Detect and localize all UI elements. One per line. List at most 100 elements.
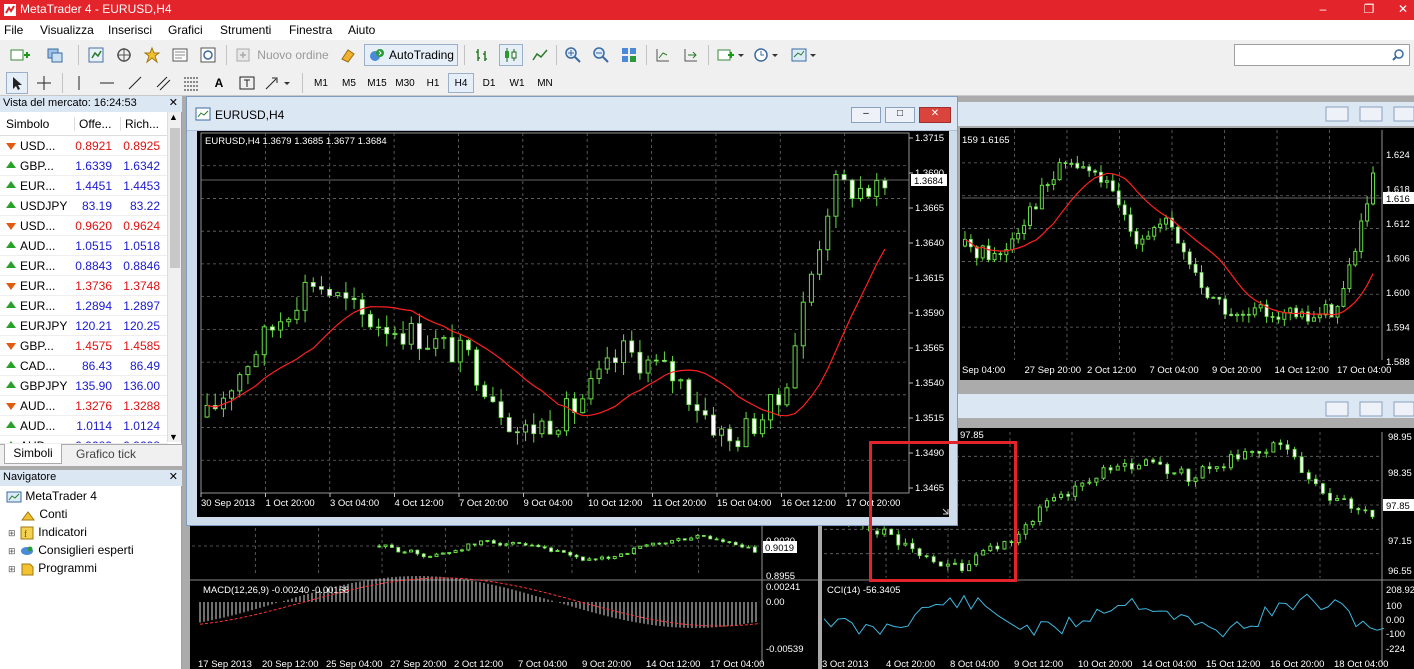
menu-window[interactable]: Finestra xyxy=(289,23,332,37)
new-order-button[interactable]: Nuovo ordine xyxy=(232,44,332,66)
timeframe-m15[interactable]: M15 xyxy=(364,73,390,93)
timeframe-d1[interactable]: D1 xyxy=(476,73,502,93)
line-chart-icon[interactable] xyxy=(529,44,551,66)
cursor-icon[interactable] xyxy=(6,72,28,94)
tab-tick-chart[interactable]: Grafico tick xyxy=(66,447,146,465)
nav-item-indicators[interactable]: ⊞ f Indicatori xyxy=(8,525,87,540)
crosshair-icon[interactable] xyxy=(33,72,55,94)
table-row[interactable]: USD... 0.8921 0.8925 xyxy=(0,136,168,156)
terminal-icon[interactable] xyxy=(169,44,191,66)
panel-close-icon[interactable]: ✕ xyxy=(169,470,178,483)
zoom-in-icon[interactable] xyxy=(562,44,584,66)
tile-windows-icon[interactable] xyxy=(618,44,640,66)
search-icon[interactable] xyxy=(1391,48,1405,62)
restore-icon[interactable]: ❐ xyxy=(1346,0,1392,20)
vertical-line-icon[interactable] xyxy=(68,72,90,94)
scroll-down-icon[interactable]: ▼ xyxy=(169,432,178,442)
scroll-up-icon[interactable]: ▲ xyxy=(169,112,178,122)
menu-tools[interactable]: Strumenti xyxy=(220,23,271,37)
close-icon[interactable]: ✕ xyxy=(919,107,951,123)
timeframe-mn[interactable]: MN xyxy=(532,73,558,93)
data-window-icon[interactable] xyxy=(113,44,135,66)
timeframe-m1[interactable]: M1 xyxy=(308,73,334,93)
candlestick-icon[interactable] xyxy=(499,44,523,66)
eurusd-chart-area[interactable]: EURUSD,H4 1.3679 1.3685 1.3677 1.3684 1.3… xyxy=(197,131,949,517)
market-watch-icon[interactable] xyxy=(85,44,107,66)
indicators-dropdown-icon[interactable] xyxy=(714,44,746,66)
arrows-dropdown-icon[interactable] xyxy=(262,72,296,94)
navigator-icon[interactable] xyxy=(141,44,163,66)
menu-charts[interactable]: Grafici xyxy=(168,23,203,37)
tab-symbols[interactable]: Simboli xyxy=(4,444,62,464)
expand-icon[interactable]: ⊞ xyxy=(8,546,16,556)
chart-area[interactable] xyxy=(960,128,1414,380)
autoscroll-icon[interactable] xyxy=(680,44,702,66)
timeframe-m30[interactable]: M30 xyxy=(392,73,418,93)
table-row[interactable]: GBP... 1.4575 1.4585 xyxy=(0,336,168,356)
autotrading-button[interactable]: AutoTrading xyxy=(364,44,458,66)
close-icon[interactable] xyxy=(1393,106,1414,122)
timeframe-m5[interactable]: M5 xyxy=(336,73,362,93)
chart-shift-icon[interactable] xyxy=(652,44,674,66)
nav-item-accounts[interactable]: Conti xyxy=(20,507,67,522)
minimize-icon[interactable]: – xyxy=(1300,0,1346,20)
table-row[interactable]: AUD... 1.0114 1.0124 xyxy=(0,416,168,436)
menu-help[interactable]: Aiuto xyxy=(348,23,375,37)
col-symbol[interactable]: Simbolo xyxy=(6,117,49,131)
profiles-icon[interactable] xyxy=(42,44,72,66)
menu-view[interactable]: Visualizza xyxy=(40,23,94,37)
horizontal-line-icon[interactable] xyxy=(96,72,118,94)
table-row[interactable]: EUR... 1.2894 1.2897 xyxy=(0,296,168,316)
nav-item-experts[interactable]: ⊞ Consiglieri esperti xyxy=(8,543,134,558)
periods-dropdown-icon[interactable] xyxy=(750,44,782,66)
text-label-icon[interactable] xyxy=(236,72,258,94)
expand-icon[interactable]: ⊞ xyxy=(8,564,16,574)
fibonacci-icon[interactable] xyxy=(180,72,202,94)
table-row[interactable]: USDJPY 83.19 83.22 xyxy=(0,196,168,216)
text-tool-icon[interactable]: A xyxy=(208,72,230,94)
restore-icon[interactable]: □ xyxy=(885,107,915,123)
candle-bull xyxy=(650,542,655,546)
table-row[interactable]: CAD... 86.43 86.49 xyxy=(0,356,168,376)
restore-icon[interactable] xyxy=(1359,401,1383,417)
table-row[interactable]: AUD...0.92890.9298 xyxy=(0,436,168,444)
table-row[interactable]: EUR... 1.3736 1.3748 xyxy=(0,276,168,296)
nav-item-scripts[interactable]: ⊞ Programmi xyxy=(8,561,97,576)
symbol-cell: AUD... xyxy=(20,419,56,433)
expand-icon[interactable]: ⊞ xyxy=(8,528,16,538)
market-watch-scrollbar[interactable]: ▲ ▼ xyxy=(167,112,181,442)
zoom-out-icon[interactable] xyxy=(590,44,612,66)
close-icon[interactable] xyxy=(1393,401,1414,417)
menu-insert[interactable]: Inserisci xyxy=(108,23,152,37)
table-row[interactable]: GBP... 1.6339 1.6342 xyxy=(0,156,168,176)
table-row[interactable]: USD... 0.9620 0.9624 xyxy=(0,216,168,236)
table-row[interactable]: GBPJPY 135.90 136.00 xyxy=(0,376,168,396)
table-row[interactable]: AUD... 1.0515 1.0518 xyxy=(0,236,168,256)
close-icon[interactable]: ✕ xyxy=(1392,0,1414,20)
table-row[interactable]: EURJPY 120.21 120.25 xyxy=(0,316,168,336)
equidistant-channel-icon[interactable] xyxy=(152,72,174,94)
restore-icon[interactable] xyxy=(1359,106,1383,122)
minimize-icon[interactable] xyxy=(1325,106,1349,122)
scroll-thumb[interactable] xyxy=(170,128,180,268)
tester-icon[interactable] xyxy=(197,44,219,66)
bar-chart-icon[interactable] xyxy=(471,44,493,66)
search-input[interactable] xyxy=(1234,44,1410,66)
table-row[interactable]: EUR... 0.8843 0.8846 xyxy=(0,256,168,276)
trendline-icon[interactable] xyxy=(124,72,146,94)
timeframe-h1[interactable]: H1 xyxy=(420,73,446,93)
nav-root[interactable]: MetaTrader 4 xyxy=(6,489,97,504)
timeframe-w1[interactable]: W1 xyxy=(504,73,530,93)
metaeditor-icon[interactable] xyxy=(336,44,360,66)
new-chart-icon[interactable] xyxy=(6,44,36,66)
table-row[interactable]: EUR... 1.4451 1.4453 xyxy=(0,176,168,196)
templates-dropdown-icon[interactable] xyxy=(788,44,820,66)
col-bid[interactable]: Offe... xyxy=(74,117,111,131)
col-ask[interactable]: Rich... xyxy=(120,117,159,131)
table-row[interactable]: AUD... 1.3276 1.3288 xyxy=(0,396,168,416)
panel-close-icon[interactable]: ✕ xyxy=(169,96,178,109)
minimize-icon[interactable]: – xyxy=(851,107,881,123)
menu-file[interactable]: File xyxy=(4,23,23,37)
timeframe-h4[interactable]: H4 xyxy=(448,73,474,93)
minimize-icon[interactable] xyxy=(1325,401,1349,417)
